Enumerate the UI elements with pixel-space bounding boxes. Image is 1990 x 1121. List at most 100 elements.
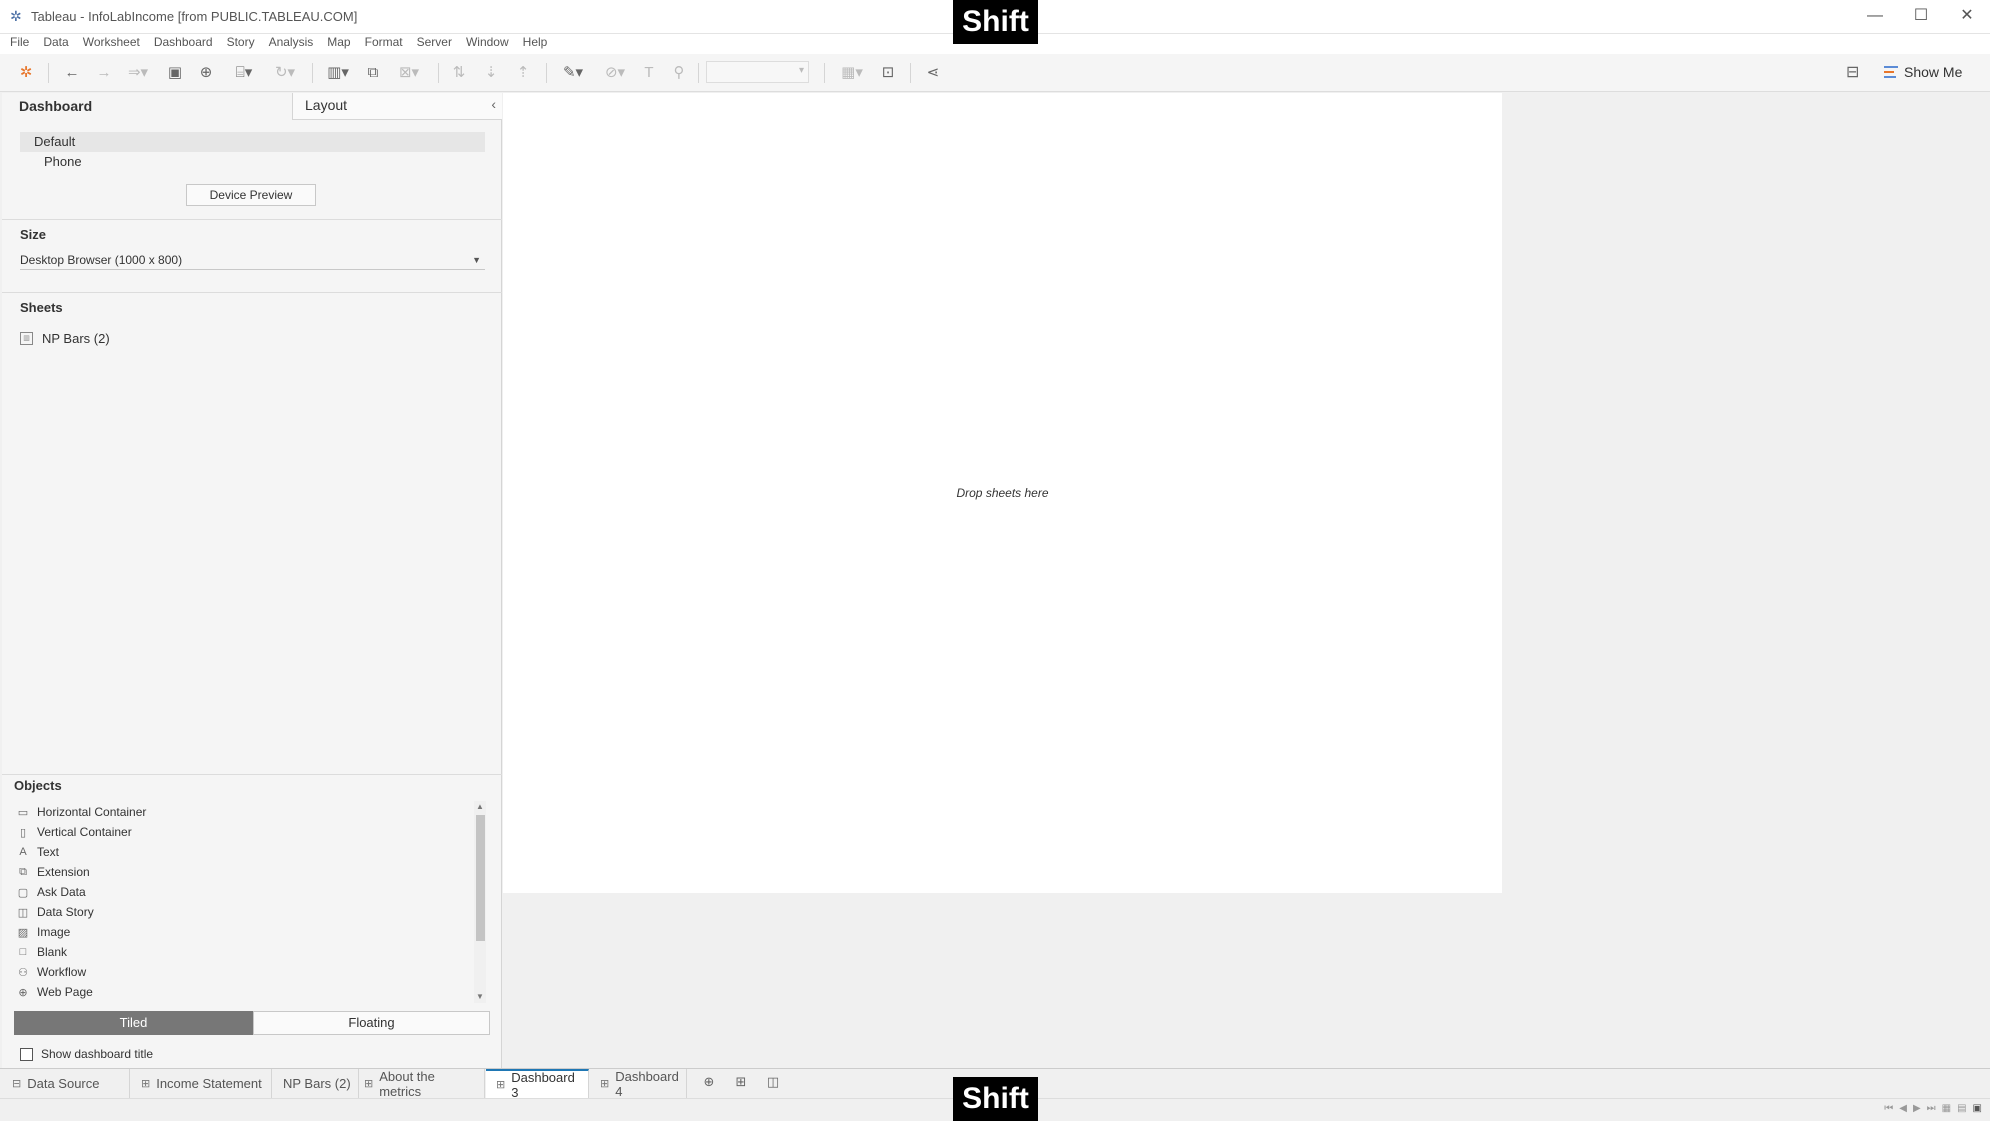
prev-sheet-icon[interactable]: ◀ <box>1899 1103 1907 1114</box>
worksheet-icon: ▥ <box>20 331 33 345</box>
tab-label: Dashboard 4 <box>615 1068 679 1099</box>
menu-analysis[interactable]: Analysis <box>269 34 314 54</box>
sheet-item-np-bars[interactable]: ▥ NP Bars (2) <box>20 329 110 347</box>
replay-icon[interactable]: ⇒▾ <box>124 62 152 84</box>
save-icon[interactable]: ▣ <box>165 62 185 84</box>
swap-icon[interactable]: ⇅ <box>448 62 470 84</box>
object-horizontal-container[interactable]: ▭ Horizontal Container <box>16 802 471 822</box>
object-data-story[interactable]: ◫ Data Story <box>16 902 471 922</box>
cards-icon[interactable]: ▦▾ <box>834 62 870 84</box>
objects-scrollbar[interactable]: ▲ ▼ <box>474 801 486 1003</box>
object-web-page[interactable]: ⊕ Web Page <box>16 982 471 1002</box>
pause-updates-icon[interactable]: ⌸▾ <box>227 62 261 84</box>
new-dashboard-tab-icon[interactable]: ⊞ <box>730 1074 752 1094</box>
tab-dashboard[interactable]: Dashboard <box>2 93 292 121</box>
menu-worksheet[interactable]: Worksheet <box>83 34 140 54</box>
tiled-toggle[interactable]: Tiled <box>14 1011 253 1035</box>
device-phone[interactable]: Phone <box>20 152 485 172</box>
object-blank[interactable]: □ Blank <box>16 942 471 962</box>
menu-dashboard[interactable]: Dashboard <box>154 34 213 54</box>
object-ask-data[interactable]: ▢ Ask Data <box>16 882 471 902</box>
dashboard-canvas[interactable]: Drop sheets here <box>503 93 1502 893</box>
workflow-icon: ⚇ <box>18 966 28 979</box>
collapse-pane-icon[interactable]: ‹ <box>491 96 496 112</box>
labels-icon[interactable]: T <box>638 62 660 84</box>
show-me-button[interactable]: Show Me <box>1884 61 1962 83</box>
drop-sheets-hint: Drop sheets here <box>956 486 1049 500</box>
menu-map[interactable]: Map <box>327 34 350 54</box>
menu-story[interactable]: Story <box>227 34 255 54</box>
device-default[interactable]: Default <box>20 132 485 152</box>
filmstrip-view-icon[interactable]: ▤ <box>1957 1103 1966 1114</box>
dashboard-icon: ⊞ <box>141 1078 151 1090</box>
object-image[interactable]: ▨ Image <box>16 922 471 942</box>
tabs-view-icon[interactable]: ▣ <box>1973 1103 1982 1114</box>
fix-axes-icon[interactable]: ⚲ <box>668 62 690 84</box>
format-painter-icon[interactable]: ⊟ <box>1846 62 1859 82</box>
tab-label: Data Source <box>27 1076 100 1091</box>
undo-icon[interactable]: ← <box>62 62 82 84</box>
last-sheet-icon[interactable]: ⏭ <box>1927 1103 1936 1114</box>
clear-sheet-icon[interactable]: ⊠▾ <box>392 62 426 84</box>
tab-layout[interactable]: Layout <box>292 93 502 120</box>
refresh-icon[interactable]: ↻▾ <box>268 62 302 84</box>
toolbar: ✲ ← → ⇒▾ ▣ ⊕ ⌸▾ ↻▾ ▥▾ ⧉ ⊠▾ ⇅ ⇣ ⇡ ✎▾ ⊘▾ T… <box>0 54 1990 92</box>
object-workflow[interactable]: ⚇ Workflow <box>16 962 471 982</box>
presentation-mode-icon[interactable]: ⊡ <box>876 62 900 84</box>
fit-select[interactable]: ▾ <box>706 61 809 83</box>
object-label: Web Page <box>37 985 93 999</box>
size-select[interactable]: Desktop Browser (1000 x 800) ▼ <box>20 250 485 270</box>
vertical-container-icon: ▯ <box>19 826 27 839</box>
tab-dashboard-4[interactable]: ⊞ Dashboard 4 <box>590 1068 687 1099</box>
group-icon[interactable]: ⊘▾ <box>598 62 632 84</box>
tab-dashboard-3[interactable]: ⊞ Dashboard 3 <box>486 1069 589 1100</box>
redo-icon[interactable]: → <box>94 62 114 84</box>
tab-about-metrics[interactable]: ⊞ About the metrics <box>354 1069 485 1099</box>
device-preview-button[interactable]: Device Preview <box>186 184 316 206</box>
menu-data[interactable]: Data <box>43 34 68 54</box>
tab-income-statement[interactable]: ⊞ Income Statement <box>131 1069 272 1098</box>
tableau-home-icon[interactable]: ✲ <box>16 62 36 84</box>
object-label: Ask Data <box>37 885 86 899</box>
shift-key-overlay-bottom: Shift <box>953 1077 1038 1121</box>
sort-ascending-icon[interactable]: ⇣ <box>480 62 502 84</box>
duplicate-icon[interactable]: ⧉ <box>362 62 384 84</box>
object-label: Horizontal Container <box>37 805 147 819</box>
next-sheet-icon[interactable]: ▶ <box>1913 1103 1921 1114</box>
menu-format[interactable]: Format <box>365 34 403 54</box>
new-worksheet-tab-icon[interactable]: ⊕ <box>698 1074 720 1094</box>
menu-file[interactable]: File <box>10 34 29 54</box>
tab-data-source[interactable]: ⊟ Data Source <box>2 1069 130 1098</box>
menu-window[interactable]: Window <box>466 34 509 54</box>
show-me-icon <box>1884 66 1898 78</box>
dashboard-icon: ⊞ <box>600 1078 610 1090</box>
sorter-view-icon[interactable]: ▦ <box>1942 1103 1951 1114</box>
new-story-tab-icon[interactable]: ◫ <box>762 1074 784 1094</box>
horizontal-container-icon: ▭ <box>17 806 29 819</box>
first-sheet-icon[interactable]: ⏮ <box>1884 1103 1893 1114</box>
new-data-source-icon[interactable]: ⊕ <box>196 62 216 84</box>
floating-toggle[interactable]: Floating <box>253 1011 490 1035</box>
shift-key-overlay-top: Shift <box>953 0 1038 44</box>
highlight-icon[interactable]: ✎▾ <box>556 62 590 84</box>
dashboard-icon: ⊞ <box>364 1078 374 1090</box>
new-worksheet-icon[interactable]: ▥▾ <box>320 62 356 84</box>
show-dashboard-title-option[interactable]: Show dashboard title <box>20 1045 153 1063</box>
object-vertical-container[interactable]: ▯ Vertical Container <box>16 822 471 842</box>
scroll-up-icon[interactable]: ▲ <box>474 801 486 813</box>
scroll-down-icon[interactable]: ▼ <box>474 991 486 1003</box>
tab-np-bars[interactable]: NP Bars (2) <box>273 1069 359 1098</box>
object-text[interactable]: A Text <box>16 842 471 862</box>
show-title-label: Show dashboard title <box>41 1047 154 1061</box>
object-extension[interactable]: ⧉ Extension <box>16 862 471 882</box>
menu-help[interactable]: Help <box>523 34 548 54</box>
sort-descending-icon[interactable]: ⇡ <box>512 62 534 84</box>
menu-server[interactable]: Server <box>417 34 452 54</box>
share-icon[interactable]: ⋖ <box>922 62 944 84</box>
scroll-thumb[interactable] <box>476 815 485 941</box>
minimize-button[interactable]: — <box>1852 0 1898 34</box>
close-button[interactable]: ✕ <box>1944 0 1990 34</box>
show-title-checkbox[interactable] <box>20 1047 33 1061</box>
maximize-button[interactable]: ☐ <box>1898 0 1944 34</box>
tab-layout-label: Layout <box>305 97 348 113</box>
